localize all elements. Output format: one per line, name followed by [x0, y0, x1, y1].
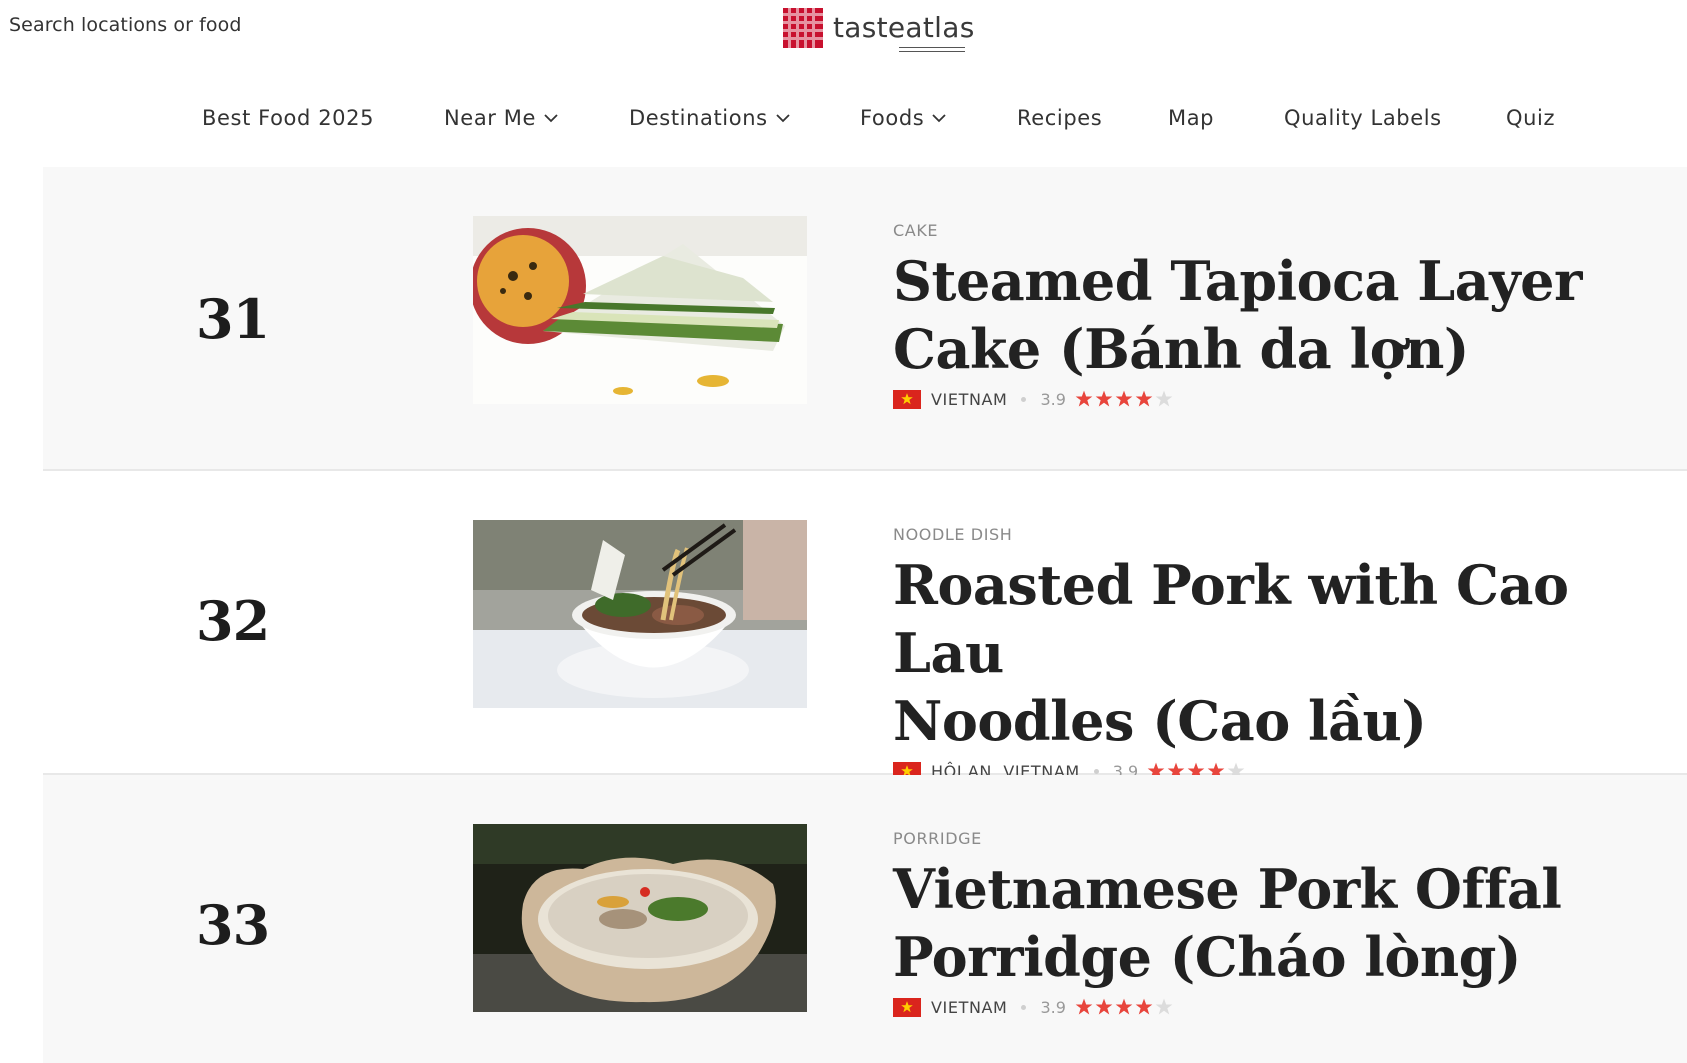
dish-meta: VIETNAM 3.9: [893, 995, 1673, 1019]
dish-image[interactable]: [473, 520, 807, 708]
vietnam-flag-icon: [893, 997, 921, 1017]
dish-origin[interactable]: VIETNAM: [931, 390, 1007, 409]
logo-checkered-icon: [783, 8, 823, 48]
dish-rank: 31: [196, 287, 270, 351]
porridge-bowl-photo-icon: [473, 824, 807, 1012]
logo[interactable]: tasteatlas: [783, 7, 975, 52]
rating-stars: [1074, 997, 1174, 1017]
nav-recipes[interactable]: Recipes: [1017, 106, 1102, 130]
star-icon: [1075, 390, 1093, 407]
dish-info: CAKE Steamed Tapioca Layer Cake (Bánh da…: [893, 221, 1673, 411]
nav-destinations[interactable]: Destinations: [629, 106, 791, 130]
chevron-down-icon: [776, 114, 790, 123]
separator-dot: [1021, 396, 1027, 402]
nav-foods[interactable]: Foods: [860, 106, 947, 130]
main-nav: Best Food 2025 Near Me Destinations Food…: [0, 94, 1687, 150]
dish-title[interactable]: Vietnamese Pork Offal Porridge (Cháo lòn…: [893, 855, 1673, 991]
star-icon: [1075, 998, 1093, 1015]
dish-meta: VIETNAM 3.9: [893, 387, 1673, 411]
nav-map[interactable]: Map: [1168, 106, 1214, 130]
separator-dot: [1021, 1004, 1027, 1010]
vietnam-flag-icon: [893, 389, 921, 409]
star-icon: [1135, 390, 1153, 407]
nav-near-me[interactable]: Near Me: [444, 106, 559, 130]
dish-list: 31 CAKE Steamed Tapioca Layer Cake (Bánh…: [43, 167, 1687, 1063]
dish-category: NOODLE DISH: [893, 525, 1013, 544]
star-icon: [1095, 998, 1113, 1015]
chevron-down-icon: [544, 114, 558, 123]
dish-info: PORRIDGE Vietnamese Pork Offal Porridge …: [893, 829, 1673, 1019]
dish-image[interactable]: [473, 824, 807, 1012]
cao-lau-noodle-bowl-photo-icon: [473, 520, 807, 708]
dish-info: NOODLE DISH Roasted Pork with Cao Lau No…: [893, 525, 1673, 783]
dish-rating: 3.9: [1040, 997, 1066, 1017]
dish-rank: 33: [196, 893, 270, 957]
nav-best-food-2025[interactable]: Best Food 2025: [202, 106, 374, 130]
nav-quiz[interactable]: Quiz: [1506, 106, 1555, 130]
dish-origin[interactable]: VIETNAM: [931, 998, 1007, 1017]
rating-stars: [1074, 389, 1174, 409]
dish-image[interactable]: [473, 216, 807, 404]
top-bar: Search locations or food tasteatlas: [0, 0, 1687, 60]
star-icon: [1095, 390, 1113, 407]
tapioca-layer-cake-photo-icon: [473, 216, 807, 404]
dish-category: CAKE: [893, 221, 939, 240]
chevron-down-icon: [932, 114, 946, 123]
star-icon: [1155, 998, 1173, 1015]
star-icon: [1115, 998, 1133, 1015]
dish-row: 31 CAKE Steamed Tapioca Layer Cake (Bánh…: [43, 167, 1687, 471]
star-icon: [1155, 390, 1173, 407]
dish-title[interactable]: Steamed Tapioca Layer Cake (Bánh da lợn): [893, 247, 1673, 383]
dish-rank: 32: [196, 589, 270, 653]
dish-category: PORRIDGE: [893, 829, 982, 848]
search-input[interactable]: Search locations or food: [9, 14, 242, 36]
star-icon: [1115, 390, 1133, 407]
logo-text: tasteatlas: [833, 14, 975, 52]
dish-row: 32 NOODLE DISH Roasted Pork with Cao Lau…: [43, 471, 1687, 781]
dish-title[interactable]: Roasted Pork with Cao Lau Noodles (Cao l…: [893, 551, 1673, 755]
star-icon: [1135, 998, 1153, 1015]
dish-row: 33 PORRIDGE Vietnamese Pork Offal Porrid…: [43, 775, 1687, 1063]
separator-dot: [1093, 768, 1099, 774]
nav-quality-labels[interactable]: Quality Labels: [1284, 106, 1442, 130]
dish-rating: 3.9: [1040, 389, 1066, 409]
